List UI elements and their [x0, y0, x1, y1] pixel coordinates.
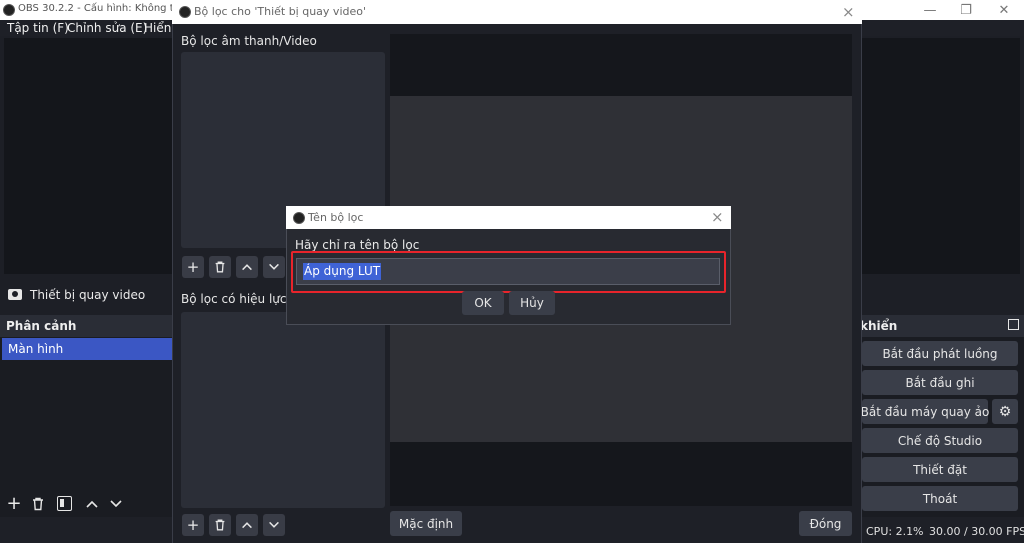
- cancel-button[interactable]: Hủy: [509, 291, 555, 315]
- av-filter-up-icon[interactable]: [236, 256, 258, 278]
- start-streaming-button[interactable]: Bắt đầu phát luồng: [862, 341, 1018, 366]
- source-name-label: Thiết bị quay video: [30, 288, 146, 302]
- filter-name-selection: Áp dụng LUT: [303, 263, 382, 280]
- scene-move-down-icon[interactable]: [108, 496, 124, 515]
- filters-window-title: Bộ lọc cho 'Thiết bị quay video': [194, 5, 367, 18]
- minimize-icon[interactable]: —: [912, 0, 948, 20]
- add-scene-icon[interactable]: +: [6, 495, 22, 513]
- audio-video-filters-title: Bộ lọc âm thanh/Video: [181, 34, 317, 48]
- exit-button[interactable]: Thoát: [862, 486, 1018, 511]
- scene-filters-icon[interactable]: [57, 496, 72, 511]
- virtual-camera-settings-icon[interactable]: ⚙: [992, 399, 1018, 424]
- dialog-prompt: Hãy chỉ ra tên bộ lọc: [295, 238, 420, 252]
- filter-preview-bottom: [390, 442, 852, 506]
- obs-logo-icon: [293, 212, 305, 224]
- add-effect-filter-icon[interactable]: +: [182, 514, 204, 536]
- defaults-button[interactable]: Mặc định: [390, 511, 462, 536]
- dialog-title: Tên bộ lọc: [308, 211, 364, 224]
- ok-button[interactable]: OK: [462, 291, 504, 315]
- close-window-icon[interactable]: ✕: [986, 0, 1022, 20]
- effect-filter-up-icon[interactable]: [236, 514, 258, 536]
- menu-edit[interactable]: Chỉnh sửa (E): [67, 21, 147, 35]
- filter-preview-top: [390, 34, 852, 96]
- camera-icon: [8, 289, 22, 300]
- close-button[interactable]: Đóng: [799, 511, 852, 536]
- scenes-list[interactable]: [0, 337, 172, 517]
- scenes-dock-header: Phân cảnh: [0, 315, 172, 337]
- remove-av-filter-icon[interactable]: [209, 256, 231, 278]
- obs-logo-icon: [179, 6, 191, 18]
- close-icon[interactable]: ×: [842, 3, 855, 21]
- obs-logo-icon: [3, 4, 15, 16]
- dock-undock-icon[interactable]: [1008, 319, 1019, 330]
- dialog-close-icon[interactable]: ×: [711, 208, 724, 226]
- scene-move-up-icon[interactable]: [84, 496, 100, 515]
- cpu-usage: CPU: 2.1%: [866, 525, 924, 538]
- remove-effect-filter-icon[interactable]: [209, 514, 231, 536]
- start-virtual-camera-button[interactable]: Bắt đầu máy quay ảo: [861, 399, 989, 424]
- effect-filters-list[interactable]: [181, 312, 385, 508]
- scenes-dock-title: Phân cảnh: [6, 319, 77, 333]
- fps-readout: 30.00 / 30.00 FPS: [929, 525, 1024, 538]
- add-av-filter-icon[interactable]: +: [182, 256, 204, 278]
- controls-dock-header: khiển: [856, 315, 1024, 337]
- effect-filters-title: Bộ lọc có hiệu lực: [181, 292, 287, 306]
- remove-scene-icon[interactable]: [30, 496, 46, 515]
- effect-filter-down-icon[interactable]: [263, 514, 285, 536]
- maximize-icon[interactable]: ❐: [948, 0, 984, 20]
- settings-button[interactable]: Thiết đặt: [862, 457, 1018, 482]
- start-recording-button[interactable]: Bắt đầu ghi: [862, 370, 1018, 395]
- controls-dock-title: khiển: [860, 319, 898, 333]
- scene-item[interactable]: Màn hình: [2, 338, 172, 360]
- menu-file[interactable]: Tập tin (F): [7, 21, 69, 35]
- av-filter-down-icon[interactable]: [263, 256, 285, 278]
- studio-mode-button[interactable]: Chế độ Studio: [862, 428, 1018, 453]
